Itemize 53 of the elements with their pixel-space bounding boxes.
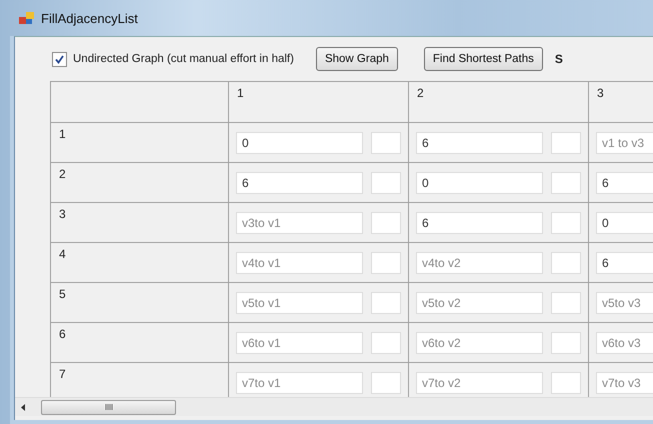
checkbox[interactable] [52,52,67,66]
small-field[interactable] [551,132,581,154]
weight-field[interactable]: v6to v3 [596,332,653,354]
weight-field[interactable]: v6to v1 [236,332,363,354]
app-icon [19,11,35,25]
small-field[interactable] [371,372,401,394]
small-field[interactable] [551,172,581,194]
small-field[interactable] [371,292,401,314]
weight-field[interactable]: 6 [596,172,653,194]
weight-field[interactable]: 6 [416,212,543,234]
row-header: 1 [51,123,229,163]
weight-field[interactable]: v7to v3 [596,372,653,394]
column-header: 3 [589,82,653,123]
weight-field[interactable]: v5to v2 [416,292,543,314]
weight-field[interactable]: v6to v2 [416,332,543,354]
small-field[interactable] [551,252,581,274]
small-field[interactable] [551,292,581,314]
scrollbar-thumb[interactable] [41,400,176,414]
small-field[interactable] [371,172,401,194]
row-header: 4 [51,243,229,283]
toolbar-button[interactable]: Find Shortest Paths [424,47,543,71]
undirected-checkbox[interactable]: Undirected Graph (cut manual effort in half) [52,52,294,66]
small-field[interactable] [371,132,401,154]
weight-field[interactable]: 0 [596,212,653,234]
row-header: 3 [51,203,229,243]
small-field[interactable] [371,212,401,234]
weight-field[interactable]: v4to v2 [416,252,543,274]
row-header: 2 [51,163,229,203]
column-header: 2 [409,82,589,123]
weight-field[interactable]: v5to v3 [596,292,653,314]
cut-label: S [554,52,563,66]
small-field[interactable] [551,332,581,354]
small-field[interactable] [371,252,401,274]
weight-field[interactable]: 0 [236,132,363,154]
small-field[interactable] [551,212,581,234]
weight-field[interactable]: v1 to v3 [596,132,653,154]
weight-field[interactable]: v3to v1 [236,212,363,234]
row-header: 6 [51,323,229,363]
weight-field[interactable]: v7to v1 [236,372,363,394]
window-title: FillAdjacencyList [41,10,138,26]
weight-field[interactable]: v7to v2 [416,372,543,394]
small-field[interactable] [371,332,401,354]
weight-field[interactable]: 0 [416,172,543,194]
weight-field[interactable]: v5to v1 [236,292,363,314]
scroll-left-icon[interactable] [20,404,26,410]
weight-field[interactable]: 6 [236,172,363,194]
weight-field[interactable]: 6 [596,252,653,274]
column-header: 1 [229,82,409,123]
toolbar-button[interactable]: Show Graph [316,47,398,71]
row-header: 5 [51,283,229,323]
weight-field[interactable]: v4to v1 [236,252,363,274]
weight-field[interactable]: 6 [416,132,543,154]
small-field[interactable] [551,372,581,394]
